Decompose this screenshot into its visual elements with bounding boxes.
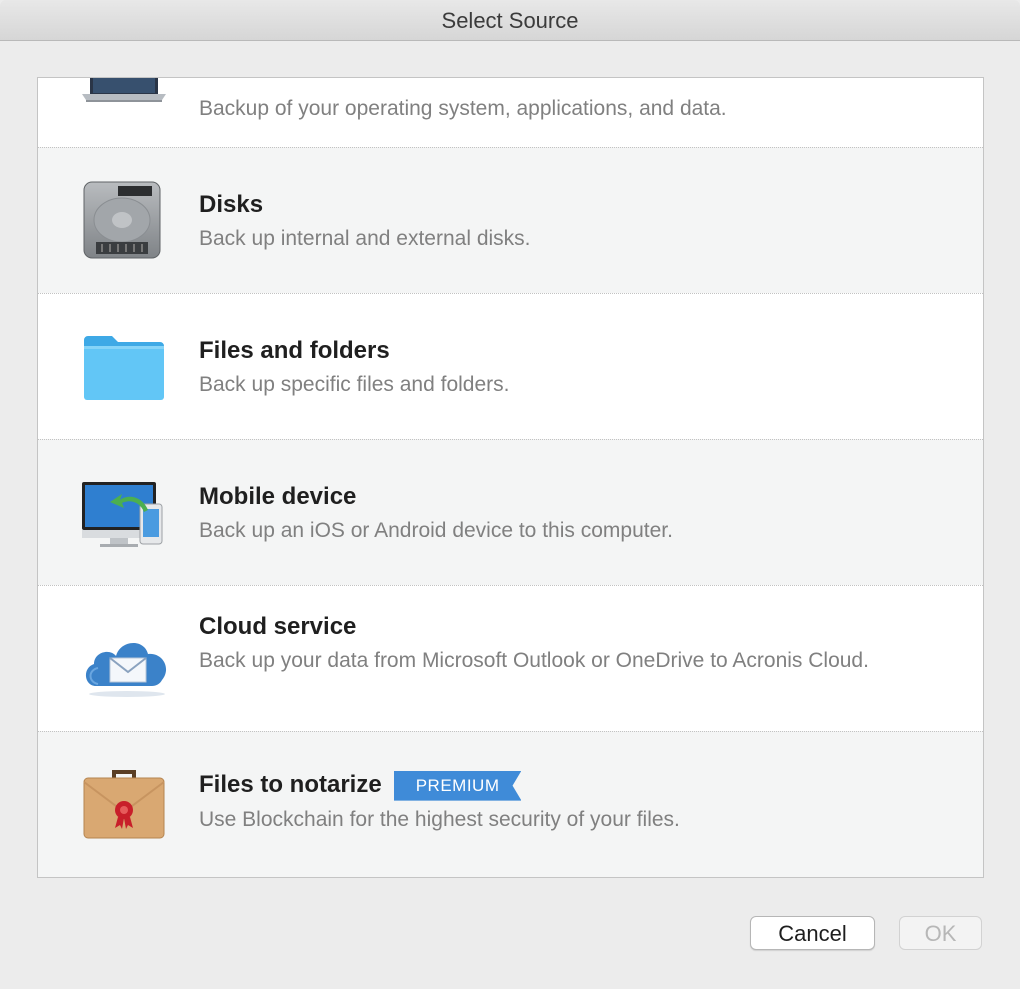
item-title: Mobile device [199,483,357,510]
item-description: Backup of your operating system, applica… [199,97,727,120]
ok-button[interactable]: OK [899,916,982,950]
source-list[interactable]: Backup of your operating system, applica… [37,77,984,878]
folder-icon [82,334,166,407]
list-item-disks[interactable]: Disks Back up internal and external disk… [38,147,983,293]
item-title: Files to notarize [199,771,382,798]
item-description: Back up internal and external disks. [199,227,531,250]
list-item-cloud-service[interactable]: Cloud service Back up your data from Mic… [38,585,983,731]
list-item-entire-machine[interactable]: Backup of your operating system, applica… [38,78,983,148]
mobile-sync-icon [82,480,166,557]
briefcase-seal-icon [82,768,166,845]
item-description: Back up specific files and folders. [199,373,510,396]
laptop-icon [82,78,166,109]
hard-disk-icon [82,180,162,265]
item-description: Back up your data from Microsoft Outlook… [199,649,869,672]
premium-badge: PREMIUM [393,770,522,801]
list-item-files-to-notarize[interactable]: Files to notarize PREMIUM Use Blockchain … [38,731,983,877]
list-item-files-and-folders[interactable]: Files and folders Back up specific files… [38,293,983,439]
cloud-mail-icon [82,628,172,703]
item-description: Back up an iOS or Android device to this… [199,519,673,542]
item-title: Disks [199,191,264,218]
item-title: Files and folders [199,337,390,364]
list-item-mobile-device[interactable]: Mobile device Back up an iOS or Android … [38,439,983,585]
window-title: Select Source [0,0,1020,41]
cancel-button[interactable]: Cancel [750,916,875,950]
item-description: Use Blockchain for the highest security … [199,807,680,831]
item-title: Cloud service [199,613,357,640]
